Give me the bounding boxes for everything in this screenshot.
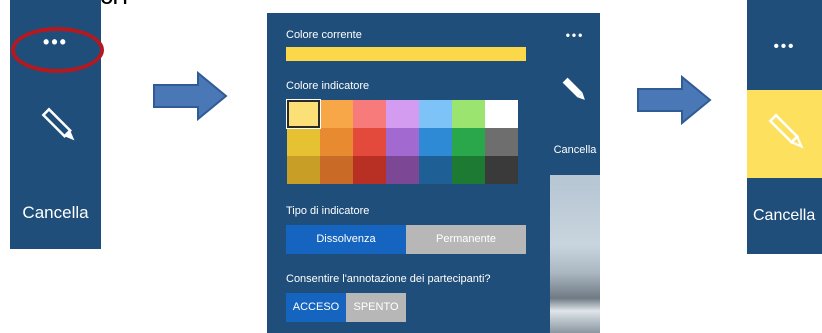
color-swatch[interactable]	[287, 156, 320, 184]
color-swatch[interactable]	[320, 156, 353, 184]
more-options-button[interactable]: •••	[747, 38, 822, 55]
color-swatch[interactable]	[386, 156, 419, 184]
color-swatch[interactable]	[320, 128, 353, 156]
arrow-right-icon	[153, 70, 228, 122]
color-swatch[interactable]	[353, 100, 386, 128]
color-swatch[interactable]	[353, 128, 386, 156]
permanente-option[interactable]: Permanente	[406, 225, 526, 254]
panel-side-toolbar: ••• Cancella	[550, 13, 600, 175]
current-color-label: Colore corrente	[286, 29, 362, 41]
highlight-ellipse	[11, 27, 104, 73]
pen-icon	[768, 113, 804, 149]
color-swatch[interactable]	[419, 128, 452, 156]
color-swatch[interactable]	[287, 128, 320, 156]
color-swatch[interactable]	[485, 128, 518, 156]
color-palette	[286, 99, 520, 186]
pen-icon	[560, 75, 590, 105]
cancella-button[interactable]: Cancella	[10, 203, 101, 223]
color-swatch[interactable]	[386, 128, 419, 156]
current-color-bar	[286, 47, 526, 61]
selected-swatch-outline	[286, 99, 321, 129]
pen-icon	[38, 104, 84, 150]
color-swatch[interactable]	[452, 100, 485, 128]
color-swatch[interactable]	[485, 156, 518, 184]
color-swatch[interactable]	[452, 128, 485, 156]
panel-cancella-button[interactable]: Cancella	[550, 144, 600, 156]
pen-selected-button[interactable]	[747, 90, 822, 178]
indicator-color-label: Colore indicatore	[286, 80, 370, 92]
color-swatch[interactable]	[320, 100, 353, 128]
indicator-type-label: Tipo di indicatore	[286, 205, 370, 217]
color-swatch[interactable]	[452, 156, 485, 184]
background-photo	[550, 175, 600, 333]
cancella-button[interactable]: Cancella	[753, 207, 815, 225]
spento-option[interactable]: SPENTO	[346, 293, 406, 322]
color-swatch[interactable]	[386, 100, 419, 128]
color-swatch[interactable]	[353, 156, 386, 184]
toolbar-step3: ••• Cancella	[747, 0, 822, 254]
dissolvenza-option[interactable]: Dissolvenza	[286, 225, 406, 254]
color-swatch[interactable]	[419, 100, 452, 128]
arrow-right-icon	[637, 74, 712, 126]
panel-more-options-button[interactable]: •••	[550, 28, 600, 42]
annotation-settings-panel: Colore corrente Colore indicatore Tipo d…	[267, 13, 550, 333]
color-swatch[interactable]	[485, 100, 518, 128]
color-swatch[interactable]	[419, 156, 452, 184]
allow-annotation-label: Consentire l'annotazione dei partecipant…	[286, 273, 491, 285]
acceso-option[interactable]: ACCESO	[286, 293, 346, 322]
